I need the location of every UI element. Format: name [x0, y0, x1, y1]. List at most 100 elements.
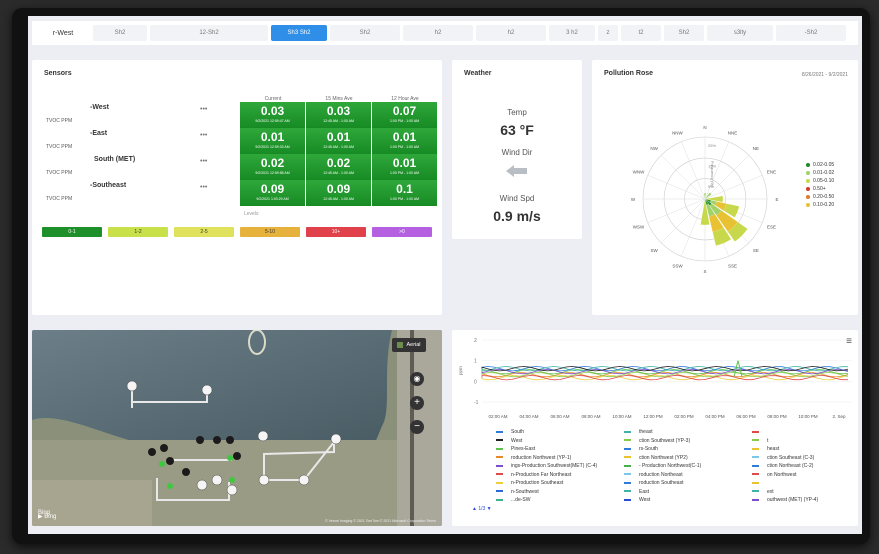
level-legend-item: 5-10	[240, 227, 300, 237]
sensor-tab[interactable]: Sh3 Sh2	[271, 25, 327, 41]
timeseries-legend-item[interactable]: theast	[624, 429, 653, 435]
rose-direction-label: NE	[753, 146, 759, 151]
x-tick-label: 04:00 AM	[519, 414, 538, 419]
locate-me-button[interactable]: ◉	[410, 372, 424, 386]
rose-direction-label: NW	[650, 146, 658, 151]
timeseries-legend-item[interactable]: t	[752, 438, 768, 444]
timeseries-legend-item[interactable]: West	[496, 438, 522, 444]
timeseries-legend-item[interactable]: roduction Northeast	[624, 472, 683, 478]
legend-swatch-icon	[624, 490, 631, 493]
timeseries-legend-item[interactable]: Pines-East	[496, 446, 535, 452]
legend-label: ction Northeast (C-2)	[767, 463, 814, 469]
more-options-icon[interactable]: •••	[200, 106, 207, 113]
rose-direction-label: SSE	[728, 264, 737, 269]
sensor-tab[interactable]: Sh2	[664, 25, 704, 41]
level-legend-item: 2-5	[174, 227, 234, 237]
more-options-icon[interactable]: •••	[200, 132, 207, 139]
timeseries-legend-item[interactable]: n-Production Southeast	[496, 480, 563, 486]
sensor-tab[interactable]: r-West	[36, 25, 90, 41]
rose-legend-item[interactable]: 0.02-0.05	[806, 162, 834, 168]
current-value-cell: 0.01 9/2/2021 12:59:33 AM	[240, 128, 306, 154]
sensor-row-east[interactable]: -East TVOC PPM ••• 0.01 9/2/2021 12:59:33…	[42, 128, 438, 154]
timeseries-legend-item[interactable]: ction Southwest (YP-3)	[624, 438, 690, 444]
rose-ring-label: 25%	[708, 143, 716, 148]
timeseries-legend-item[interactable]: ction Southeast (C-3)	[752, 455, 814, 461]
timeseries-legend-item[interactable]	[752, 480, 767, 486]
sensor-tab[interactable]: z	[598, 25, 618, 41]
timeseries-legend-item[interactable]: ...de-SW	[496, 497, 530, 503]
legend-swatch-icon	[624, 464, 631, 467]
legend-swatch-icon	[624, 439, 631, 442]
sensor-tab[interactable]: 12-Sh2	[150, 25, 268, 41]
legend-label: 0.01-0.02	[813, 170, 835, 176]
level-legend-item: 1-2	[108, 227, 168, 237]
legend-swatch-icon	[752, 464, 759, 467]
more-options-icon[interactable]: •••	[200, 158, 207, 165]
legend-label: 0.02-0.05	[813, 162, 835, 168]
legend-label: roduction Northeast	[639, 471, 683, 478]
sensors-title: Sensors	[44, 70, 72, 77]
sensor-tab[interactable]: s3lty	[707, 25, 773, 41]
timeseries-legend-item[interactable]: - Production Northwest(C-1)	[624, 463, 701, 469]
rose-direction-label: ESE	[767, 225, 776, 230]
sensor-tab[interactable]: h2	[403, 25, 473, 41]
timeseries-legend-item[interactable]: ings-Production Southwest(MET) (C-4)	[496, 463, 597, 469]
timeseries-legend-item[interactable]: ction Northwest (YP2)	[624, 455, 688, 461]
timeseries-legend-item[interactable]: West	[624, 497, 650, 503]
legend-swatch-icon	[624, 473, 631, 476]
level-legend-item: 10+	[306, 227, 366, 237]
sensor-tab[interactable]: -Sh2	[776, 25, 846, 41]
timeseries-legend-item[interactable]: heast	[752, 446, 779, 452]
legend-pager[interactable]: ▲ 1/3 ▼	[472, 506, 492, 512]
sensor-tab[interactable]: Sh2	[93, 25, 147, 41]
x-tick-label: 08:00 PM	[767, 414, 787, 419]
levels-label: Levels	[244, 211, 259, 217]
sensor-row-southeast[interactable]: -Southeast TVOC PPM ••• 0.09 9/2/2021 1:0…	[42, 180, 438, 206]
rose-legend-item[interactable]: 0.05-0.10	[806, 178, 834, 184]
zoom-in-button[interactable]: +	[410, 396, 424, 410]
sensor-name: -Southeast	[90, 182, 127, 189]
sensor-tab[interactable]: Sh2	[330, 25, 400, 41]
timeseries-legend-item[interactable]: South	[496, 429, 524, 435]
legend-swatch-icon	[624, 456, 631, 459]
aerial-toggle-button[interactable]: Aerial	[392, 338, 426, 352]
rose-direction-label: WSW	[633, 225, 645, 230]
rose-legend-item[interactable]: 0.01-0.02	[806, 170, 834, 176]
sensor-row-south-met[interactable]: South (MET) TVOC PPM ••• 0.02 9/2/2021 12…	[42, 154, 438, 180]
legend-label: East	[639, 488, 650, 495]
timeseries-legend-item[interactable]: outhwest (MET) (YP-4)	[752, 497, 818, 503]
legend-dot-icon	[806, 179, 810, 183]
pollution-rose-legend: 0.02-0.05 0.01-0.02 0.05-0.10 0.50+ 0.20-0.5…	[806, 162, 834, 210]
rose-direction-label: N	[703, 125, 706, 130]
sensor-tab[interactable]: 3 h2	[549, 25, 595, 41]
sensor-tab[interactable]: t2	[621, 25, 661, 41]
timeseries-legend-item[interactable]: roduction Northwest (YP-1)	[496, 455, 571, 461]
aerial-map[interactable]: ▶ Bing	[32, 330, 442, 526]
timeseries-legend-item[interactable]	[752, 429, 767, 435]
12hour-value-cell: 0.1 1:00 PM - 1:00 AM	[372, 180, 438, 206]
legend-label: ings-Production Southwest(MET) (C-4)	[511, 463, 598, 469]
timeseries-legend-item[interactable]: ext	[752, 489, 774, 495]
timeseries-legend-item[interactable]: on Northwest	[752, 472, 796, 478]
legend-swatch-icon	[624, 498, 631, 501]
rose-legend-item[interactable]: 0.50+	[806, 186, 834, 192]
legend-label: n-Production Southeast	[511, 480, 564, 486]
temp-label: Temp	[507, 108, 527, 117]
more-options-icon[interactable]: •••	[200, 184, 207, 191]
timeseries-legend-item[interactable]: East	[624, 489, 649, 495]
legend-label: - Production Northwest(C-1)	[639, 463, 702, 469]
rose-legend-item[interactable]: 0.20-0.50	[806, 194, 834, 200]
timeseries-legend-item[interactable]: n-Southwest	[496, 489, 539, 495]
rose-direction-label: S	[703, 269, 706, 274]
sensor-tab[interactable]: h2	[476, 25, 546, 41]
legend-label: South	[511, 429, 525, 435]
timeseries-legend-item[interactable]: ction Northeast (C-2)	[752, 463, 813, 469]
timeseries-legend-item[interactable]: rs-South	[624, 446, 658, 452]
sensor-name: -East	[90, 130, 108, 137]
sensor-row-west[interactable]: -West TVOC PPM ••• 0.03 9/2/2021 12:59:47…	[42, 102, 438, 128]
rose-direction-label: NNW	[672, 130, 683, 135]
rose-legend-item[interactable]: 0.10-0.20	[806, 202, 834, 208]
zoom-out-button[interactable]: −	[410, 420, 424, 434]
timeseries-legend-item[interactable]: n-Production Far Northeast	[496, 472, 571, 478]
timeseries-legend-item[interactable]: roduction Southeast	[624, 480, 683, 486]
